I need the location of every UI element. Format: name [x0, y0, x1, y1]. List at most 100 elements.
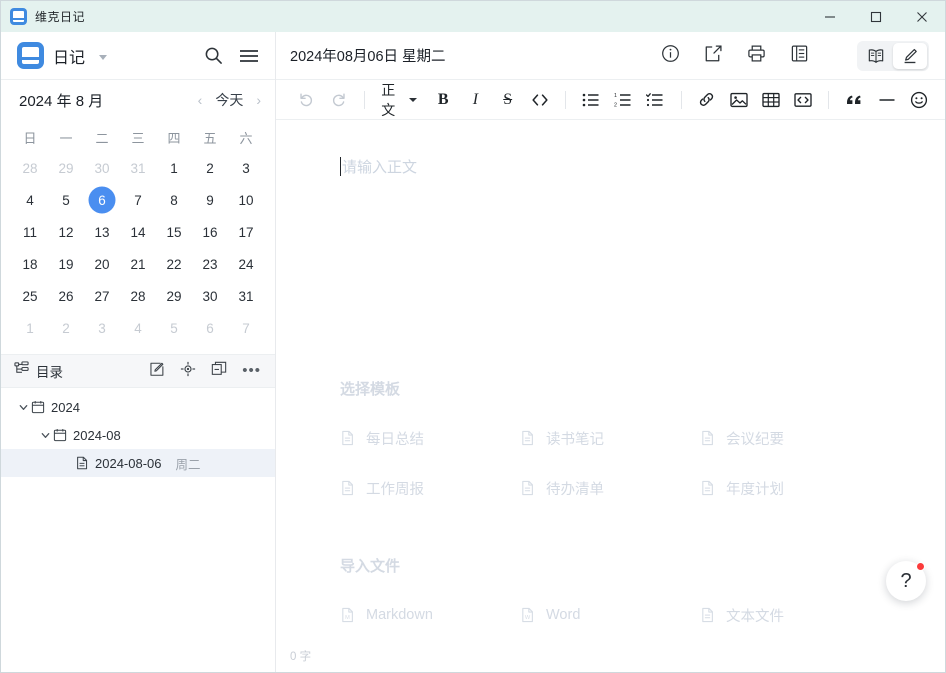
- file-icon: [700, 480, 715, 496]
- ordered-list-icon[interactable]: 12: [612, 86, 634, 114]
- link-icon[interactable]: [695, 86, 717, 114]
- calendar-day[interactable]: 16: [193, 216, 227, 248]
- today-button[interactable]: 今天: [215, 90, 243, 110]
- calendar-day[interactable]: 24: [229, 248, 263, 280]
- calendar-day[interactable]: 2: [193, 152, 227, 184]
- calendar-day[interactable]: 10: [229, 184, 263, 216]
- calendar-day-label: 10: [238, 193, 253, 208]
- calendar-day[interactable]: 11: [13, 216, 47, 248]
- close-icon[interactable]: [899, 1, 945, 32]
- code-block-icon[interactable]: [792, 86, 814, 114]
- brand[interactable]: 日记: [17, 42, 107, 69]
- calendar-day[interactable]: 14: [121, 216, 155, 248]
- edit-mode-button[interactable]: [893, 43, 927, 69]
- locate-icon[interactable]: [180, 361, 196, 382]
- calendar-day[interactable]: 23: [193, 248, 227, 280]
- calendar-week-row: 11121314151617: [12, 216, 264, 248]
- calendar-day[interactable]: 5: [49, 184, 83, 216]
- menu-icon[interactable]: [239, 48, 259, 64]
- table-icon[interactable]: [760, 86, 782, 114]
- chevron-down-icon[interactable]: [37, 430, 53, 441]
- calendar-day[interactable]: 27: [85, 280, 119, 312]
- chevron-down-icon[interactable]: [99, 55, 107, 60]
- quick-item[interactable]: 工作周报: [340, 475, 520, 501]
- read-mode-button[interactable]: [859, 43, 893, 69]
- print-icon[interactable]: [747, 44, 766, 68]
- quote-icon[interactable]: [843, 86, 865, 114]
- quick-item[interactable]: 每日总结: [340, 425, 520, 451]
- calendar-day[interactable]: 22: [157, 248, 191, 280]
- editor-canvas[interactable]: 请输入正文 选择模板 每日总结读书笔记会议纪要工作周报待办清单年度计划 导入文件…: [276, 120, 945, 648]
- calendar-day[interactable]: 21: [121, 248, 155, 280]
- calendar-day[interactable]: 31: [229, 280, 263, 312]
- calendar-day[interactable]: 25: [13, 280, 47, 312]
- image-icon[interactable]: [728, 86, 750, 114]
- italic-button[interactable]: I: [464, 86, 486, 114]
- quick-item[interactable]: 年度计划: [700, 475, 880, 501]
- calendar-day[interactable]: 8: [157, 184, 191, 216]
- undo-icon[interactable]: [295, 86, 317, 114]
- quick-item[interactable]: WWord: [520, 602, 700, 628]
- calendar-day[interactable]: 26: [49, 280, 83, 312]
- calendar-day[interactable]: 19: [49, 248, 83, 280]
- calendar-day[interactable]: 30: [193, 280, 227, 312]
- calendar-day[interactable]: 9: [193, 184, 227, 216]
- inline-code-icon[interactable]: [529, 86, 551, 114]
- calendar-day[interactable]: 3: [85, 312, 119, 344]
- more-icon[interactable]: •••: [242, 367, 261, 375]
- svg-text:2: 2: [614, 102, 617, 107]
- new-note-icon[interactable]: [149, 361, 165, 382]
- outline-icon[interactable]: [790, 44, 809, 68]
- minimize-icon[interactable]: [807, 1, 853, 32]
- calendar-day[interactable]: 7: [121, 184, 155, 216]
- calendar-day[interactable]: 20: [85, 248, 119, 280]
- next-month-button[interactable]: ›: [256, 93, 261, 107]
- calendar-day[interactable]: 31: [121, 152, 155, 184]
- tree-item[interactable]: 2024-08: [1, 421, 275, 449]
- calendar-day[interactable]: 29: [49, 152, 83, 184]
- calendar-day[interactable]: 7: [229, 312, 263, 344]
- calendar-day[interactable]: 1: [13, 312, 47, 344]
- calendar-day[interactable]: 4: [13, 184, 47, 216]
- calendar-day[interactable]: 6: [193, 312, 227, 344]
- quick-item[interactable]: MMarkdown: [340, 602, 520, 628]
- chevron-down-icon[interactable]: [15, 402, 31, 413]
- calendar-day[interactable]: 30: [85, 152, 119, 184]
- calendar-day[interactable]: 12: [49, 216, 83, 248]
- collapse-icon[interactable]: [211, 361, 227, 382]
- paragraph-style-select[interactable]: 正文: [377, 86, 421, 114]
- bold-button[interactable]: B: [432, 86, 454, 114]
- calendar-day[interactable]: 4: [121, 312, 155, 344]
- divider-icon[interactable]: [875, 86, 897, 114]
- quick-item[interactable]: 会议纪要: [700, 425, 880, 451]
- calendar-day[interactable]: 1: [157, 152, 191, 184]
- strikethrough-button[interactable]: S: [497, 86, 519, 114]
- calendar-day[interactable]: 28: [121, 280, 155, 312]
- calendar-day[interactable]: 18: [13, 248, 47, 280]
- quick-item[interactable]: 待办清单: [520, 475, 700, 501]
- quick-item[interactable]: 文本文件: [700, 602, 880, 628]
- bullet-list-icon[interactable]: [580, 86, 602, 114]
- task-list-icon[interactable]: [644, 86, 666, 114]
- info-icon[interactable]: [661, 44, 680, 68]
- tree-item[interactable]: 2024: [1, 393, 275, 421]
- calendar-day[interactable]: 28: [13, 152, 47, 184]
- help-button[interactable]: ?: [886, 561, 926, 601]
- calendar-day[interactable]: 29: [157, 280, 191, 312]
- calendar-day[interactable]: 5: [157, 312, 191, 344]
- maximize-icon[interactable]: [853, 1, 899, 32]
- quick-item[interactable]: 读书笔记: [520, 425, 700, 451]
- emoji-icon[interactable]: [908, 86, 930, 114]
- calendar-day[interactable]: 17: [229, 216, 263, 248]
- quick-item-label: 待办清单: [546, 478, 604, 499]
- calendar-day[interactable]: 3: [229, 152, 263, 184]
- tree-item[interactable]: 2024-08-06周二: [1, 449, 275, 477]
- search-icon[interactable]: [204, 46, 223, 65]
- prev-month-button[interactable]: ‹: [198, 93, 203, 107]
- export-icon[interactable]: [704, 44, 723, 68]
- calendar-day-selected[interactable]: 6: [85, 184, 119, 216]
- calendar-day[interactable]: 2: [49, 312, 83, 344]
- redo-icon[interactable]: [327, 86, 349, 114]
- calendar-day[interactable]: 13: [85, 216, 119, 248]
- calendar-day[interactable]: 15: [157, 216, 191, 248]
